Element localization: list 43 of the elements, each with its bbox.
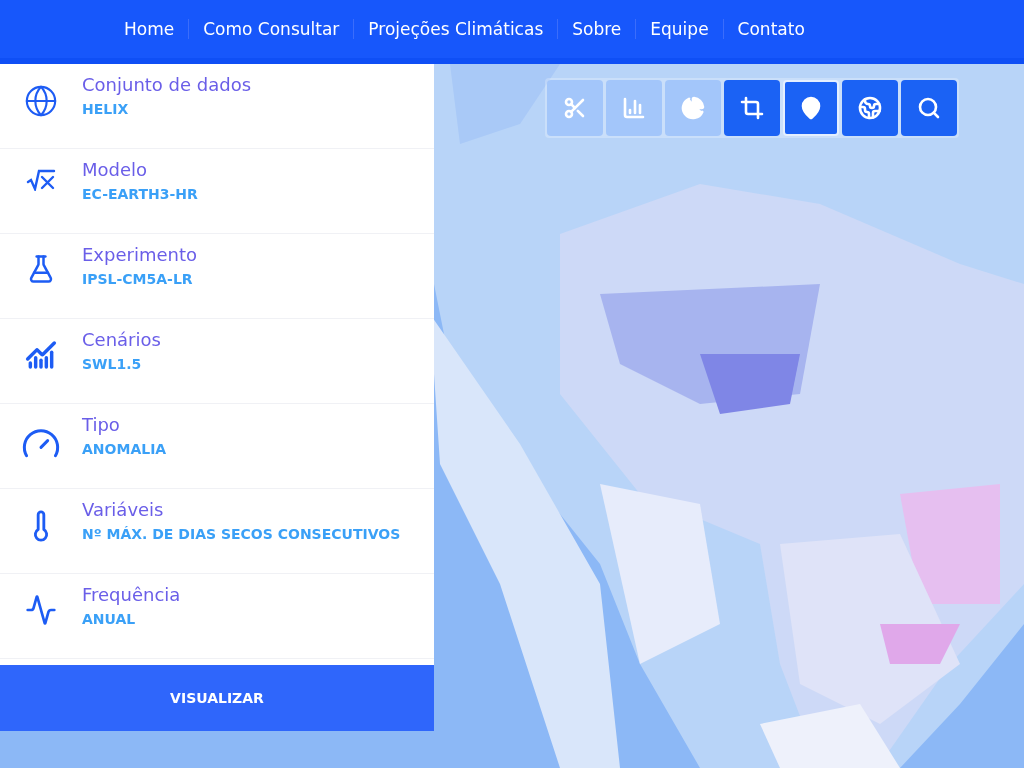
crop-icon: [740, 96, 764, 120]
filter-value: SWL1.5: [82, 356, 143, 372]
filter-item[interactable]: Modelo EC-EARTH3-HR: [0, 149, 434, 234]
nav-link[interactable]: Equipe: [635, 19, 723, 39]
filter-label: Cenários: [82, 329, 161, 350]
filter-value: HELIX: [82, 101, 130, 117]
filter-value: ANUAL: [82, 611, 137, 627]
map-tool-button[interactable]: [783, 80, 839, 136]
nav-link[interactable]: Home: [110, 19, 189, 39]
pulse-icon: [25, 594, 57, 626]
map-pin-icon: [799, 96, 823, 120]
filter-item[interactable]: Frequência ANUAL: [0, 574, 434, 659]
nav-link[interactable]: Sobre: [557, 19, 636, 39]
bar-chart-icon: [622, 96, 646, 120]
nav-link[interactable]: Projeções Climáticas: [353, 19, 558, 39]
nav-link[interactable]: Como Consultar: [188, 19, 354, 39]
filter-label: Conjunto de dados: [82, 74, 252, 95]
nav-link[interactable]: Contato: [722, 19, 819, 39]
filter-label: Tipo: [82, 414, 121, 435]
globe-icon: [24, 84, 58, 118]
filter-item[interactable]: Tipo ANOMALIA: [0, 404, 434, 489]
globe-icon: [858, 96, 882, 120]
filter-item[interactable]: Experimento IPSL-CM5A-LR: [0, 234, 434, 319]
map-tool-button[interactable]: [724, 80, 780, 136]
visualize-button[interactable]: VISUALIZAR: [0, 665, 434, 731]
pie-chart-icon: [681, 96, 705, 120]
filter-value: EC-EARTH3-HR: [82, 186, 198, 202]
filter-value: IPSL-CM5A-LR: [82, 271, 194, 287]
filter-item[interactable]: Conjunto de dados HELIX: [0, 64, 434, 149]
filter-label: Frequência: [82, 584, 181, 605]
filter-label: Modelo: [82, 159, 149, 180]
filter-item[interactable]: Variáveis Nº MÁX. DE DIAS SECOS CONSECUTIVOS: [0, 489, 434, 574]
filter-value: ANOMALIA: [82, 441, 167, 457]
search-icon: [917, 96, 941, 120]
map-tool-button[interactable]: [901, 80, 957, 136]
filter-item[interactable]: Cenários SWL1.5: [0, 319, 434, 404]
filter-label: Experimento: [82, 244, 197, 265]
filter-value: Nº MÁX. DE DIAS SECOS CONSECUTIVOS: [82, 526, 401, 542]
square-root-icon: [26, 169, 56, 191]
map-tool-button[interactable]: [842, 80, 898, 136]
scissors-icon: [563, 96, 587, 120]
filter-label: Variáveis: [82, 499, 165, 520]
bar-chart-icon: [25, 339, 57, 371]
